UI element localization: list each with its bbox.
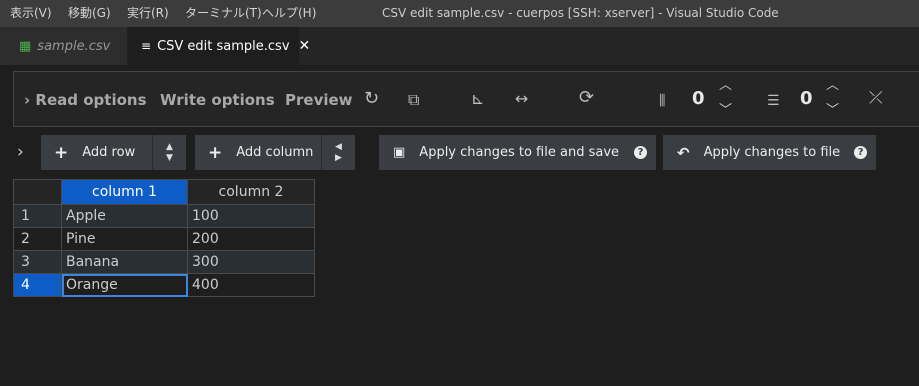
read-options-toggle[interactable]: › Read options bbox=[24, 91, 147, 109]
close-icon[interactable]: ✕ bbox=[299, 38, 311, 54]
table-row: 4 Orange 400 bbox=[13, 273, 315, 297]
table-cell[interactable]: 400 bbox=[187, 273, 315, 297]
fixed-rows-count: 0 bbox=[800, 88, 813, 109]
tab-sample-csv[interactable]: ▦ sample.csv bbox=[0, 27, 127, 65]
tab-label: sample.csv bbox=[37, 38, 111, 54]
column-header[interactable]: column 2 bbox=[187, 179, 315, 205]
lines-icon: ≡ bbox=[141, 39, 152, 53]
menu-go[interactable]: 移動(G) bbox=[68, 0, 111, 27]
table-cell[interactable]: Banana bbox=[61, 250, 188, 274]
reload-icon[interactable]: ↻ bbox=[364, 90, 379, 108]
menu-run[interactable]: 実行(R) bbox=[127, 0, 169, 27]
table-row: 3 Banana 300 bbox=[13, 250, 315, 274]
save-icon: ▣ bbox=[393, 145, 406, 160]
table-cell[interactable]: Pine bbox=[61, 227, 188, 251]
tab-csv-edit[interactable]: ≡ CSV edit sample.csv ✕ bbox=[127, 27, 310, 65]
refresh-icon[interactable]: ⟳ bbox=[579, 89, 594, 107]
options-panel: › Read options Write options Preview ↻ ⧉… bbox=[13, 71, 919, 127]
table-cell[interactable]: 300 bbox=[187, 250, 315, 274]
chevron-right-icon: › bbox=[24, 91, 31, 109]
copy-icon[interactable]: ⧉ bbox=[408, 92, 419, 108]
preview-button[interactable]: Preview bbox=[285, 91, 353, 109]
decrease-rows-icon[interactable]: ﹀ bbox=[826, 104, 839, 117]
apply-changes-button[interactable]: ↶ Apply changes to file ? bbox=[663, 135, 876, 170]
collapse-chevron-icon[interactable]: › bbox=[17, 142, 24, 162]
help-icon[interactable]: ? bbox=[854, 146, 868, 159]
unpin-icon[interactable]: ⤫ bbox=[869, 90, 883, 107]
table-cell[interactable]: 200 bbox=[187, 227, 315, 251]
apply-changes-label: Apply changes to file bbox=[703, 145, 841, 160]
table-row: 2 Pine 200 bbox=[13, 227, 315, 251]
undo-icon: ↶ bbox=[677, 143, 690, 162]
fixed-columns-icon: ⫼ bbox=[659, 93, 666, 109]
help-icon[interactable]: ? bbox=[634, 146, 648, 159]
row-number[interactable]: 2 bbox=[13, 227, 62, 251]
header-row: column 1 column 2 bbox=[13, 179, 315, 205]
table-cell[interactable]: Orange bbox=[61, 273, 188, 297]
add-column-label: Add column bbox=[236, 145, 314, 160]
tab-label: CSV edit sample.csv bbox=[157, 38, 290, 54]
row-number[interactable]: 1 bbox=[13, 204, 62, 228]
table-cell[interactable]: 100 bbox=[187, 204, 315, 228]
plus-icon: + bbox=[208, 142, 223, 163]
arrow-down-icon: ▼ bbox=[166, 152, 173, 163]
csv-table: column 1 column 2 1 Apple 100 2 Pine 200… bbox=[13, 179, 315, 297]
arrow-left-icon: ◀ bbox=[335, 141, 342, 152]
row-number[interactable]: 3 bbox=[13, 250, 62, 274]
table-file-icon: ▦ bbox=[19, 38, 32, 54]
fixed-rows-icon: ☰ bbox=[767, 93, 780, 109]
read-options-label: Read options bbox=[35, 91, 147, 109]
column-position-toggle[interactable]: ◀ ▶ bbox=[321, 135, 355, 170]
menu-view[interactable]: 表示(V) bbox=[10, 0, 52, 27]
resize-columns-icon[interactable]: ↔ bbox=[515, 91, 528, 107]
write-options-button[interactable]: Write options bbox=[160, 91, 275, 109]
add-row-button[interactable]: + Add row bbox=[41, 135, 152, 170]
increase-rows-icon[interactable]: ︿ bbox=[826, 79, 839, 92]
fixed-columns-count: 0 bbox=[692, 88, 705, 109]
apply-and-save-button[interactable]: ▣ Apply changes to file and save ? bbox=[379, 135, 656, 170]
trim-icon[interactable]: ⊾ bbox=[471, 91, 484, 107]
arrow-right-icon: ▶ bbox=[335, 152, 342, 163]
column-header[interactable]: column 1 bbox=[61, 179, 188, 205]
decrease-columns-icon[interactable]: ﹀ bbox=[719, 104, 732, 117]
increase-columns-icon[interactable]: ︿ bbox=[719, 79, 732, 92]
table-cell[interactable]: Apple bbox=[61, 204, 188, 228]
apply-and-save-label: Apply changes to file and save bbox=[419, 145, 620, 160]
add-row-label: Add row bbox=[82, 145, 136, 160]
add-column-button[interactable]: + Add column bbox=[195, 135, 321, 170]
menu-help[interactable]: ヘルプ(H) bbox=[262, 0, 316, 27]
corner-cell bbox=[13, 179, 62, 205]
row-number[interactable]: 4 bbox=[13, 273, 62, 297]
row-position-toggle[interactable]: ▲ ▼ bbox=[152, 135, 186, 170]
menu-terminal[interactable]: ターミナル(T) bbox=[185, 0, 262, 27]
window-title: CSV edit sample.csv - cuerpos [SSH: xser… bbox=[382, 6, 779, 20]
plus-icon: + bbox=[54, 142, 69, 163]
arrow-up-icon: ▲ bbox=[166, 141, 173, 152]
title-bar: 表示(V) 移動(G) 実行(R) ターミナル(T) ヘルプ(H) CSV ed… bbox=[0, 0, 919, 27]
tab-bar: ▦ sample.csv ≡ CSV edit sample.csv ✕ bbox=[0, 27, 919, 65]
table-row: 1 Apple 100 bbox=[13, 204, 315, 228]
